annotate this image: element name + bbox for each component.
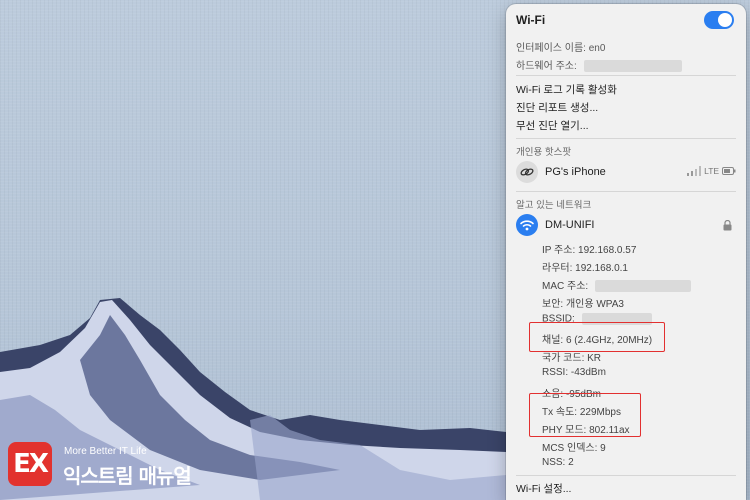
divider	[516, 191, 736, 192]
divider	[516, 75, 736, 76]
hotspot-device-name: PG's iPhone	[545, 166, 606, 178]
menu-item-enable-logging[interactable]: Wi-Fi 로그 기록 활성화	[516, 82, 736, 97]
signal-bars-icon	[687, 166, 702, 177]
hotspot-link-icon	[516, 161, 538, 183]
known-network-item[interactable]: DM-UNIFI	[516, 214, 736, 236]
detail-mcs-index: MCS 인덱스: 9	[542, 443, 606, 454]
menu-item-wireless-diagnostics[interactable]: 무선 진단 열기...	[516, 118, 736, 133]
battery-icon	[722, 167, 736, 176]
detail-mac-address-label: MAC 주소:	[542, 281, 589, 292]
menu-item-diagnostics-report[interactable]: 진단 리포트 생성...	[516, 100, 736, 115]
hardware-address: 하드웨어 주소:	[516, 57, 736, 73]
detail-ip-address: IP 주소: 192.168.0.57	[542, 245, 637, 256]
known-network-name: DM-UNIFI	[545, 219, 595, 231]
redacted-value	[594, 280, 691, 293]
logo-name: 익스트림 매뉴얼	[63, 464, 192, 488]
wifi-title: Wi-Fi	[516, 13, 546, 27]
speed-highlight-box	[529, 393, 641, 437]
detail-router: 라우터: 192.168.0.1	[542, 263, 628, 274]
logo-tagline: More Better IT Life	[64, 446, 147, 457]
wifi-settings-item[interactable]: Wi-Fi 설정...	[516, 481, 736, 496]
hotspot-item[interactable]: PG's iPhone LTE	[516, 161, 736, 183]
hotspot-section-title: 개인용 핫스팟	[516, 147, 572, 158]
divider	[516, 475, 736, 476]
known-networks-section-title: 알고 있는 네트워크	[516, 200, 592, 211]
logo-badge: EX	[8, 442, 52, 486]
interface-name: 인터페이스 이름: en0	[516, 43, 606, 54]
lock-icon	[723, 220, 732, 231]
divider	[516, 138, 736, 139]
wifi-menu-panel: Wi-Fi 인터페이스 이름: en0 하드웨어 주소: Wi-Fi 로그 기록…	[506, 4, 746, 500]
detail-rssi: RSSI: -43dBm	[542, 367, 606, 378]
hotspot-status: LTE	[687, 165, 736, 179]
channel-highlight-box	[529, 322, 665, 352]
wifi-icon	[516, 214, 538, 236]
wifi-toggle[interactable]	[704, 11, 734, 29]
detail-security: 보안: 개인용 WPA3	[542, 299, 624, 310]
detail-nss: NSS: 2	[542, 457, 574, 468]
watermark-logo: EX More Better IT Life 익스트림 매뉴얼	[8, 440, 218, 490]
redacted-value	[583, 60, 682, 73]
hardware-address-label: 하드웨어 주소:	[516, 61, 577, 72]
detail-mac-address: MAC 주소:	[542, 277, 736, 293]
network-type-label: LTE	[704, 166, 720, 177]
